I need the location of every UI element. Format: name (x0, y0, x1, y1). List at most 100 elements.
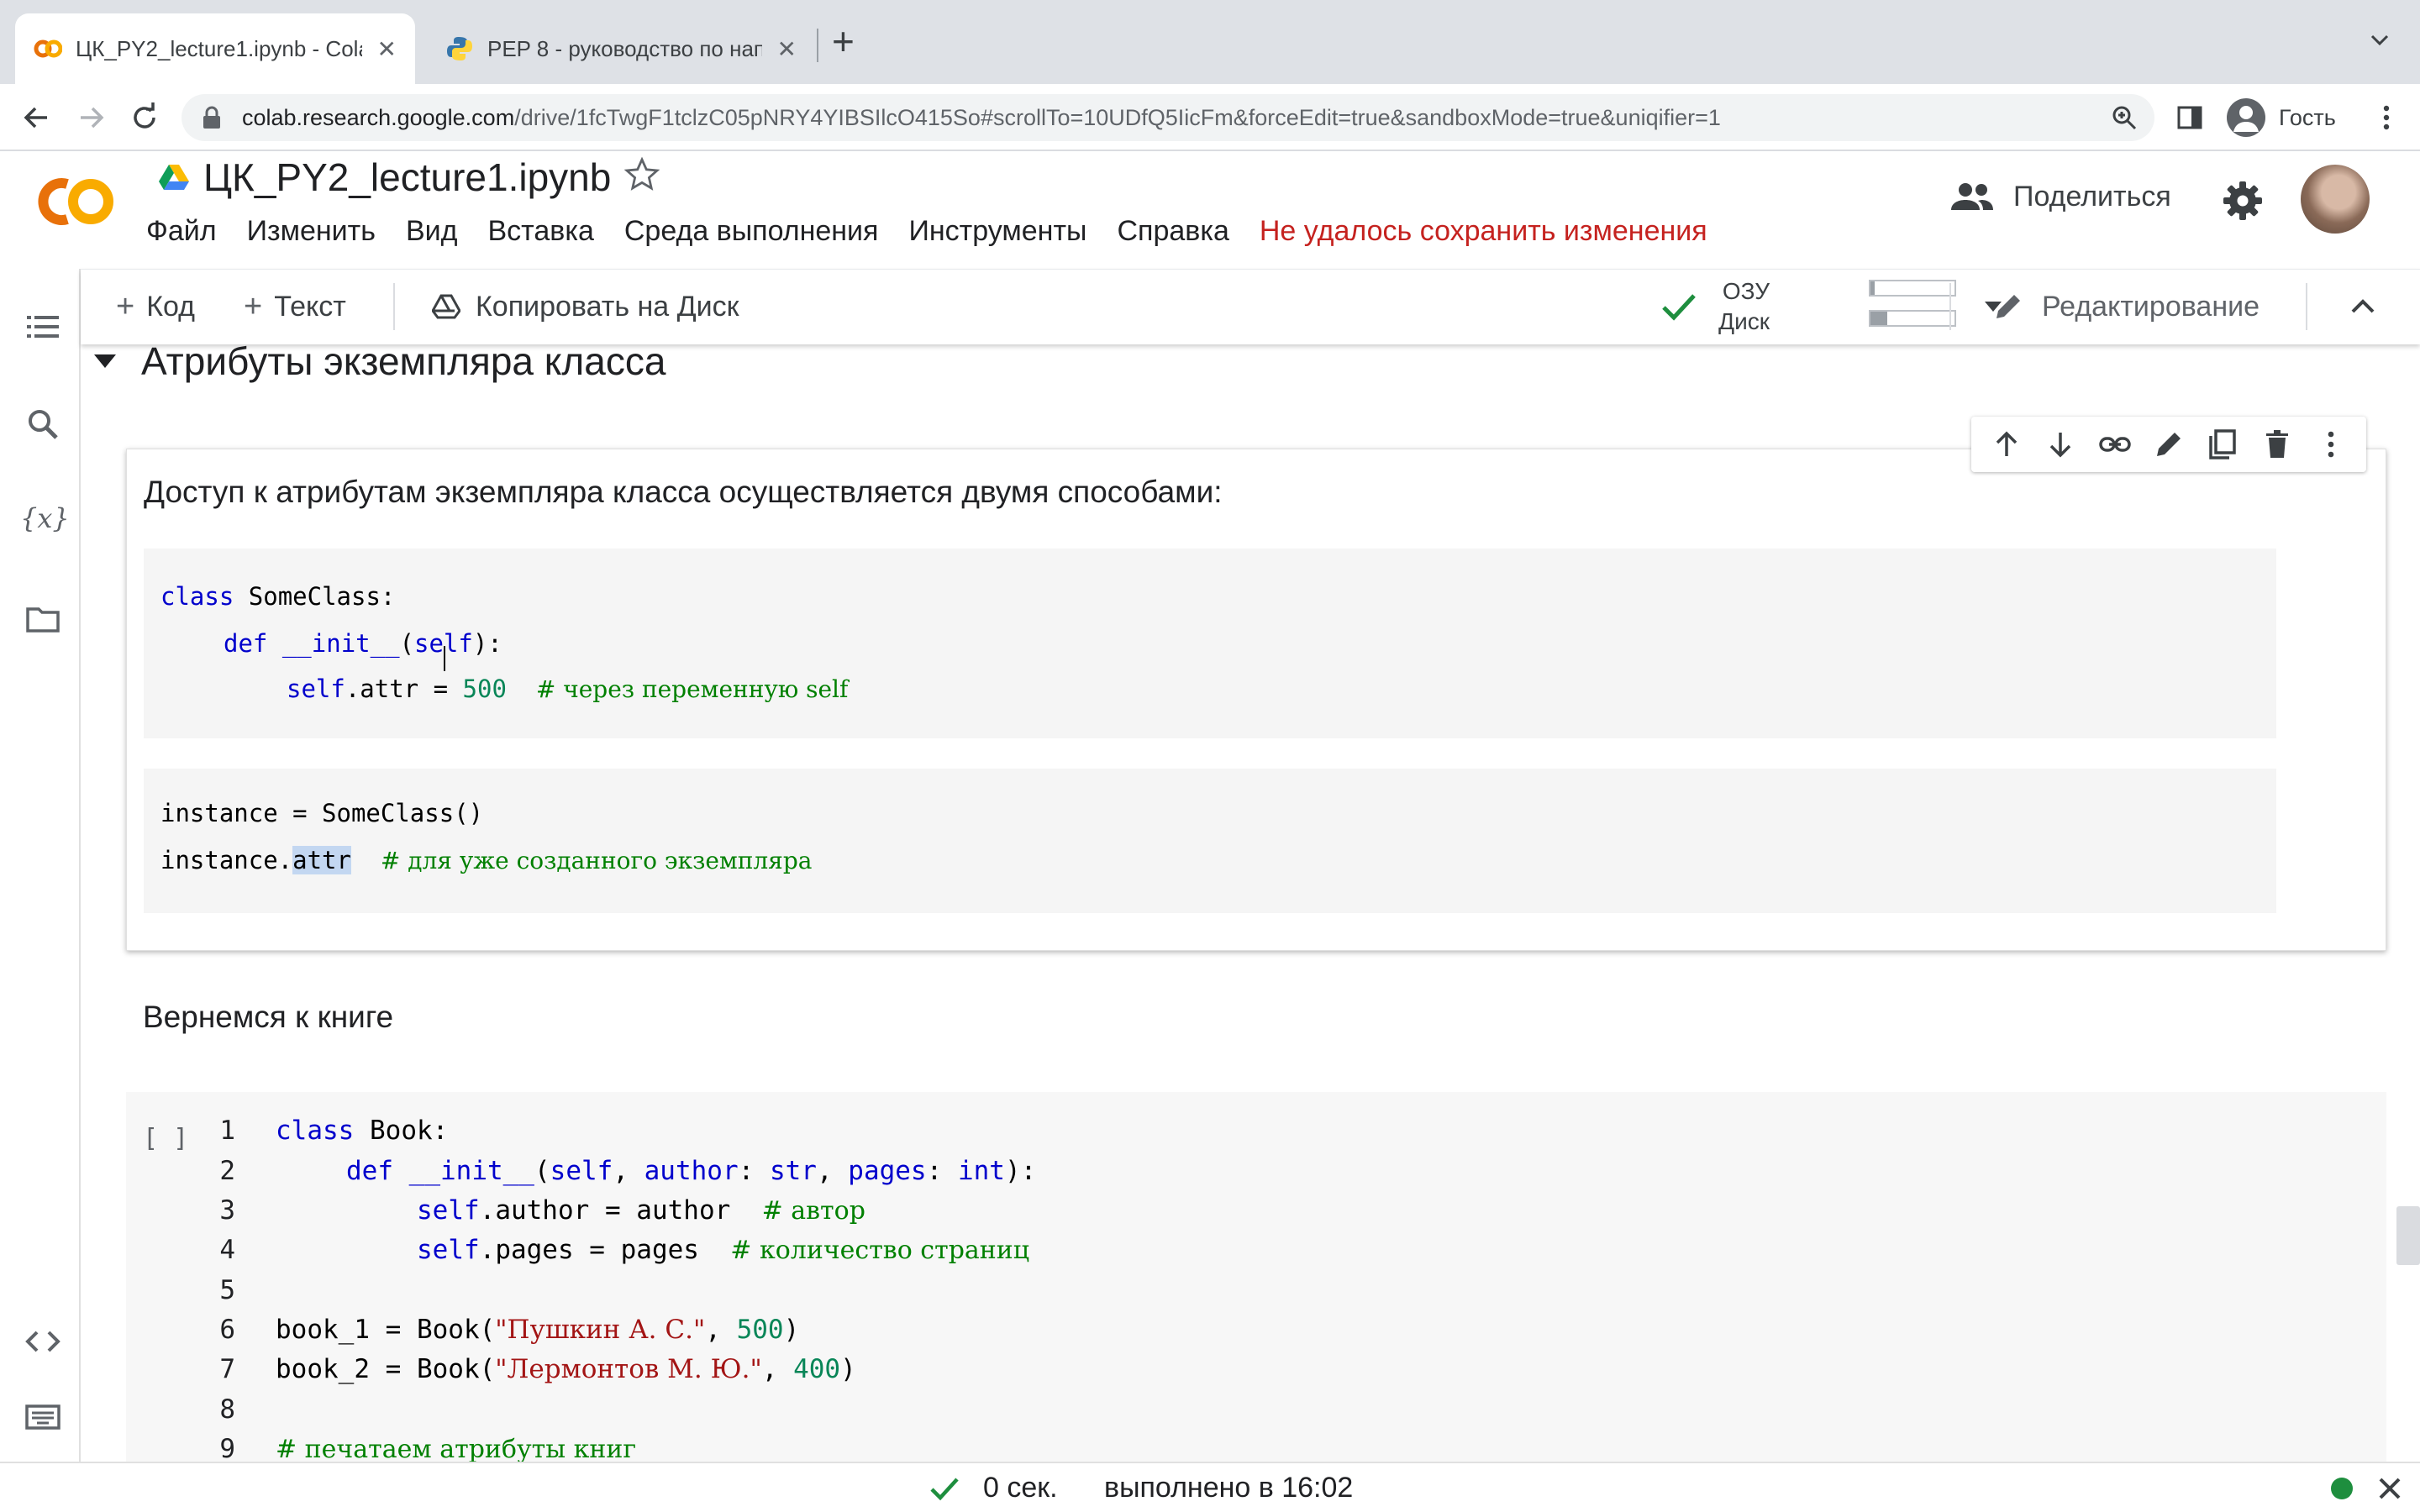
disk-label: Диск (1718, 308, 1770, 334)
move-cell-down-icon[interactable] (2044, 428, 2077, 461)
browser-tab-strip: ЦК_PY2_lecture1.ipynb - Colab ✕ PEP 8 - … (0, 0, 2420, 84)
tab-close-icon[interactable]: ✕ (377, 35, 397, 63)
notebook-title[interactable]: ЦК_PY2_lecture1.ipynb (203, 155, 611, 200)
share-button[interactable]: Поделиться (1949, 180, 2171, 213)
delete-cell-trash-icon[interactable] (2260, 428, 2294, 461)
table-of-contents-icon[interactable] (25, 309, 60, 344)
menu-file[interactable]: Файл (146, 215, 217, 248)
settings-gear-icon[interactable] (2222, 180, 2264, 222)
star-icon[interactable] (623, 156, 660, 193)
user-avatar[interactable] (2301, 165, 2370, 234)
line-number: 5 (219, 1275, 235, 1305)
menu-help[interactable]: Справка (1117, 215, 1228, 248)
line-number: 3 (219, 1195, 235, 1226)
pencil-icon (1996, 295, 2020, 318)
new-tab-plus-icon[interactable]: + (832, 18, 855, 64)
zoom-icon[interactable] (2111, 104, 2138, 131)
connected-check-icon[interactable] (1660, 290, 1697, 323)
terminal-icon[interactable] (25, 1399, 60, 1435)
code-line: book_2 = Book("Лермонтов М. Ю.", 400) (276, 1354, 856, 1384)
edit-mode-label: Редактирование (2042, 290, 2260, 323)
text-cell-paragraph: Доступ к атрибутам экземпляра класса осу… (144, 475, 1223, 509)
line-number: 6 (219, 1315, 235, 1345)
collapse-section-caret-icon[interactable] (92, 351, 118, 371)
address-bar[interactable]: colab.research.google.com/drive/1fcTwgF1… (182, 94, 2154, 141)
code-snippets-icon[interactable] (25, 1324, 60, 1359)
markdown-code-block: instance = SomeClass() instance.attr # д… (144, 769, 2276, 913)
browser-menu-icon[interactable] (2371, 102, 2402, 133)
save-error-message[interactable]: Не удалось сохранить изменения (1260, 215, 1707, 248)
runtime-status-dot (2331, 1478, 2353, 1499)
menu-view[interactable]: Вид (406, 215, 458, 248)
variables-icon[interactable]: {𝑥} (20, 502, 70, 534)
share-label: Поделиться (2013, 180, 2171, 213)
colab-favicon-icon (34, 39, 62, 58)
close-icon[interactable] (2376, 1475, 2403, 1502)
chevron-up-icon[interactable] (2348, 291, 2378, 322)
code-cell[interactable]: [ ] 1 2 3 4 5 6 7 8 9 class Book: def __… (126, 1092, 2386, 1462)
text-cell[interactable]: Доступ к атрибутам экземпляра класса осу… (126, 449, 2386, 951)
line-number: 8 (219, 1394, 235, 1425)
execution-check-icon (930, 1478, 959, 1501)
colab-logo-icon[interactable] (30, 171, 118, 233)
edit-cell-pencil-icon[interactable] (2152, 428, 2186, 461)
notebook-toolbar: + Код + Текст Копировать на Диск ОЗУ Дис… (81, 269, 2420, 344)
profile-label: Гость (2279, 104, 2336, 130)
tab-separator (817, 29, 818, 62)
menu-tools[interactable]: Инструменты (908, 215, 1086, 248)
text-cursor (444, 646, 447, 671)
reload-icon[interactable] (126, 99, 163, 136)
menu-insert[interactable]: Вставка (487, 215, 593, 248)
search-icon[interactable] (25, 407, 60, 442)
folder-icon[interactable] (25, 601, 60, 637)
tab-title: ЦК_PY2_lecture1.ipynb - Colab (76, 35, 362, 61)
code-line: self.author = author # автор (417, 1195, 865, 1226)
tab-pep8[interactable]: PEP 8 - руководство по написанию ✕ (427, 13, 815, 84)
url-path: /drive/1fcTwgF1tclzC05pNRY4YIBSIlcO415So… (514, 104, 1721, 130)
section-header[interactable]: Атрибуты экземпляра класса (82, 344, 666, 388)
side-panel-icon[interactable] (2175, 102, 2205, 133)
cell-toolbar (1971, 417, 2366, 472)
plus-icon: + (116, 288, 135, 324)
google-drive-icon[interactable] (158, 163, 190, 192)
move-cell-up-icon[interactable] (1990, 428, 2023, 461)
md-code-line-1: class SomeClass: (160, 582, 396, 611)
add-text-cell-button[interactable]: + Текст (244, 270, 346, 344)
edit-mode-button[interactable]: Редактирование (1991, 270, 2260, 344)
line-number: 2 (219, 1156, 235, 1186)
profile-button[interactable]: Гость (2218, 92, 2344, 143)
add-code-cell-button[interactable]: + Код (116, 270, 195, 344)
scrollbar-thumb[interactable] (2396, 1206, 2420, 1265)
link-icon[interactable] (2098, 428, 2132, 461)
toolbar-separator (1949, 283, 1951, 330)
section-title: Атрибуты экземпляра класса (141, 344, 666, 383)
disk-usage-fill (1870, 312, 1887, 325)
md-code-line-2: def __init__(self): (224, 629, 502, 658)
selected-text: attr (292, 846, 351, 874)
line-number: 1 (219, 1116, 235, 1146)
url-host: colab.research.google.com (242, 104, 515, 130)
menu-edit[interactable]: Изменить (247, 215, 376, 248)
markdown-code-block: class SomeClass: def __init__(self): sel… (144, 549, 2276, 738)
copy-to-drive-label: Копировать на Диск (476, 290, 739, 323)
copy-to-drive-button[interactable]: Копировать на Диск (432, 270, 739, 344)
ram-usage-fill (1870, 281, 1875, 295)
mirror-cell-icon[interactable] (2206, 428, 2239, 461)
people-icon (1951, 183, 1993, 210)
code-line: class Book: (276, 1116, 449, 1146)
menu-runtime[interactable]: Среда выполнения (624, 215, 879, 248)
ram-usage-bar[interactable] (1869, 280, 1956, 297)
disk-usage-bar[interactable] (1869, 310, 1956, 327)
tab-close-icon[interactable]: ✕ (777, 35, 797, 63)
forward-arrow-icon[interactable] (72, 99, 109, 136)
tab-search-chevron-icon[interactable] (2365, 25, 2395, 55)
line-number: 7 (219, 1354, 235, 1384)
markdown-text-paragraph: Вернемся к книге (143, 1000, 394, 1034)
code-line: def __init__(self, author: str, pages: i… (346, 1156, 1037, 1186)
run-cell-button[interactable]: [ ] (143, 1124, 188, 1153)
back-arrow-icon[interactable] (18, 99, 55, 136)
tab-title: PEP 8 - руководство по написанию (487, 35, 762, 61)
tab-colab[interactable]: ЦК_PY2_lecture1.ipynb - Colab ✕ (15, 13, 415, 84)
more-options-icon[interactable] (2314, 428, 2348, 461)
execution-completed-time: выполнено в 16:02 (1104, 1472, 1354, 1504)
